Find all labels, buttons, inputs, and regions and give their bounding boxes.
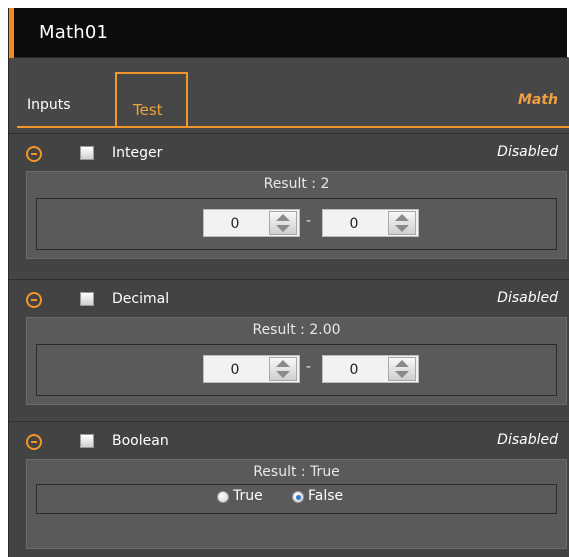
header-math-label: Math bbox=[517, 92, 558, 108]
collapse-icon[interactable] bbox=[26, 146, 42, 162]
result-text: Result : 2 bbox=[263, 176, 330, 192]
spinner-arrows-icon[interactable] bbox=[269, 357, 297, 381]
section-integer: Integer Disabled Result : 2 0 - 0 bbox=[9, 133, 569, 272]
tab-bar bbox=[9, 59, 569, 127]
result-text: Result : True bbox=[253, 464, 340, 480]
range-separator: - bbox=[306, 359, 312, 375]
section-title: Decimal bbox=[112, 291, 170, 307]
range-separator: - bbox=[306, 213, 312, 229]
bool-option-box: True False bbox=[36, 484, 557, 514]
radio-true[interactable] bbox=[217, 491, 229, 503]
title-bar: Math01 bbox=[9, 8, 569, 58]
section-header: Boolean Disabled bbox=[9, 422, 569, 458]
enable-checkbox[interactable] bbox=[80, 292, 94, 306]
result-panel: Result : 2.00 0 - 0 bbox=[26, 317, 567, 405]
window-title: Math01 bbox=[39, 22, 109, 43]
min-spinner[interactable]: 0 bbox=[203, 209, 300, 237]
min-spinner[interactable]: 0 bbox=[203, 355, 300, 383]
collapse-icon[interactable] bbox=[26, 292, 42, 308]
radio-false-label[interactable]: False bbox=[308, 488, 343, 504]
status-label: Disabled bbox=[497, 432, 558, 448]
tab-test-label: Test bbox=[133, 101, 163, 119]
status-label: Disabled bbox=[497, 144, 558, 160]
section-title: Boolean bbox=[112, 433, 169, 449]
collapse-icon[interactable] bbox=[26, 434, 42, 450]
section-decimal: Decimal Disabled Result : 2.00 0 - 0 bbox=[9, 279, 569, 418]
result-panel: Result : True True False bbox=[26, 459, 567, 549]
min-value[interactable]: 0 bbox=[204, 362, 266, 378]
result-text: Result : 2.00 bbox=[252, 322, 341, 338]
spinner-arrows-icon[interactable] bbox=[388, 357, 416, 381]
max-value[interactable]: 0 bbox=[323, 216, 385, 232]
max-value[interactable]: 0 bbox=[323, 362, 385, 378]
max-spinner[interactable]: 0 bbox=[322, 355, 419, 383]
math-panel: Math01 Inputs Test Math Integer Disabled… bbox=[8, 8, 569, 557]
radio-true-label[interactable]: True bbox=[233, 488, 263, 504]
radio-false[interactable] bbox=[292, 491, 304, 503]
range-input-box: 0 - 0 bbox=[36, 198, 557, 250]
spinner-arrows-icon[interactable] bbox=[388, 211, 416, 235]
enable-checkbox[interactable] bbox=[80, 146, 94, 160]
result-panel: Result : 2 0 - 0 bbox=[26, 171, 567, 259]
spinner-arrows-icon[interactable] bbox=[269, 211, 297, 235]
tab-test[interactable]: Test bbox=[115, 72, 188, 128]
enable-checkbox[interactable] bbox=[80, 434, 94, 448]
min-value[interactable]: 0 bbox=[204, 216, 266, 232]
tab-underline bbox=[17, 126, 569, 128]
section-header: Integer Disabled bbox=[9, 134, 569, 170]
max-spinner[interactable]: 0 bbox=[322, 209, 419, 237]
section-boolean: Boolean Disabled Result : True True Fals… bbox=[9, 421, 569, 557]
title-accent-bar bbox=[9, 8, 14, 58]
status-label: Disabled bbox=[497, 290, 558, 306]
section-header: Decimal Disabled bbox=[9, 280, 569, 316]
range-input-box: 0 - 0 bbox=[36, 344, 557, 396]
section-title: Integer bbox=[112, 145, 163, 161]
tab-inputs[interactable]: Inputs bbox=[27, 97, 71, 113]
